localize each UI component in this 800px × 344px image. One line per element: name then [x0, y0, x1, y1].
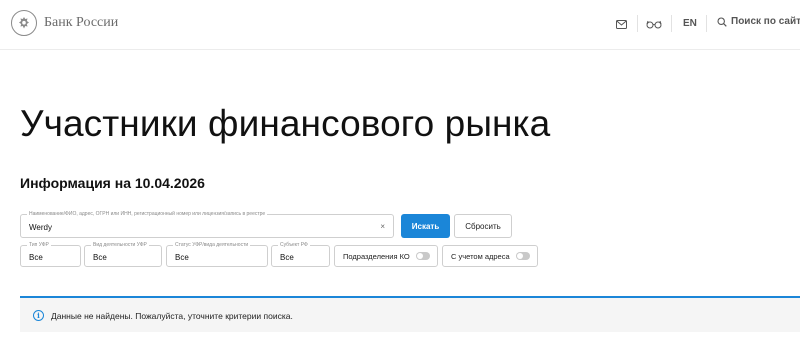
filter-legend: Вид деятельности УФР: [91, 241, 149, 249]
toggle-with-address[interactable]: С учетом адреса: [442, 245, 538, 267]
toggle-switch-icon[interactable]: [415, 252, 430, 260]
search-button[interactable]: Искать: [401, 214, 450, 238]
search-label: Поиск по сайту: [731, 16, 800, 27]
toggle-label: С учетом адреса: [451, 251, 510, 261]
site-header: Банк России EN Поиск по сайту: [0, 0, 800, 50]
toggle-ko-branches[interactable]: Подразделения КО: [334, 245, 438, 267]
site-search-link[interactable]: Поиск по сайту: [717, 16, 800, 27]
filter-value: Все: [93, 253, 107, 262]
search-input-value: Werdy: [29, 223, 52, 232]
filter-legend: Статус УФР/вида деятельности: [173, 241, 251, 249]
filter-activity-type-select[interactable]: Вид деятельности УФР Все: [84, 241, 162, 267]
bank-logo-icon[interactable]: [11, 10, 37, 36]
filter-value: Все: [280, 253, 294, 262]
accessibility-glasses-icon[interactable]: [645, 16, 663, 32]
search-input-legend: Наименование/ФИО, адрес, ОГРН или ИНН, р…: [27, 210, 268, 218]
filter-status-select[interactable]: Статус УФР/вида деятельности Все: [166, 241, 268, 267]
filter-value: Все: [29, 253, 43, 262]
info-icon: i: [33, 310, 44, 321]
header-divider: [706, 15, 707, 32]
language-switch[interactable]: EN: [683, 18, 697, 29]
clear-icon[interactable]: ×: [380, 222, 385, 231]
filter-region-select[interactable]: Субъект РФ Все: [271, 241, 330, 267]
no-results-notice: i Данные не найдены. Пожалуйста, уточнит…: [20, 296, 800, 332]
search-icon: [717, 16, 727, 27]
toggle-label: Подразделения КО: [343, 251, 410, 261]
filter-ufr-type-select[interactable]: Тип УФР Все: [20, 241, 81, 267]
filter-legend: Субъект РФ: [278, 241, 310, 249]
filter-legend: Тип УФР: [27, 241, 51, 249]
header-divider: [671, 15, 672, 32]
brand-name[interactable]: Банк России: [44, 15, 118, 31]
reset-button[interactable]: Сбросить: [454, 214, 512, 238]
search-input[interactable]: Наименование/ФИО, адрес, ОГРН или ИНН, р…: [20, 210, 394, 238]
mail-icon[interactable]: [614, 16, 628, 32]
info-date-heading: Информация на 10.04.2026: [20, 175, 205, 191]
toggle-switch-icon[interactable]: [515, 252, 530, 260]
page-title: Участники финансового рынка: [20, 103, 551, 144]
notice-text: Данные не найдены. Пожалуйста, уточните …: [51, 311, 293, 321]
filter-value: Все: [175, 253, 189, 262]
header-divider: [637, 15, 638, 32]
